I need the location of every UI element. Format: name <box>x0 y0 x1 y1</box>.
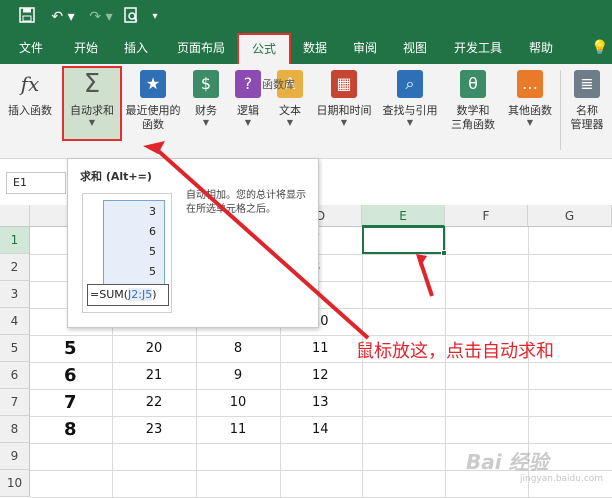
watermark: Bai 经验 <box>466 450 549 474</box>
watermark-url: jingyan.baidu.com <box>520 474 604 484</box>
arrow-line-autosum <box>153 146 370 340</box>
annotation-text: 鼠标放这，点击自动求和 <box>356 341 554 362</box>
arrow-line-cell <box>418 259 434 297</box>
annotation-arrows <box>143 141 434 340</box>
excel-window: ↶ ▾ ↷ ▾ ▾ 文件 开始 插入 页面布局 公式 数据 审阅 视图 开发工具… <box>0 0 612 498</box>
